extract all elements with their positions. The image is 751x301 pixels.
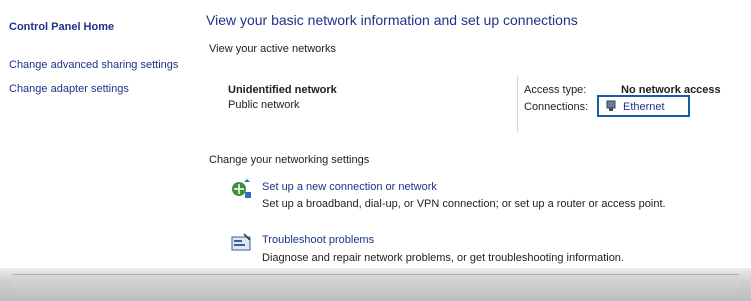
control-panel-home-link[interactable]: Control Panel Home (9, 20, 114, 34)
troubleshoot-problems-description: Diagnose and repair network problems, or… (262, 252, 624, 264)
advanced-sharing-settings-link[interactable]: Change advanced sharing settings (9, 58, 178, 72)
network-type: Public network (228, 99, 300, 111)
network-name: Unidentified network (228, 84, 337, 96)
troubleshoot-icon (230, 232, 252, 254)
page-title: View your basic network information and … (206, 12, 578, 28)
access-type-label: Access type: (524, 84, 587, 96)
adapter-settings-link[interactable]: Change adapter settings (9, 82, 169, 96)
active-networks-label: View your active networks (209, 43, 336, 55)
sidebar: Control Panel Home Change advanced shari… (0, 0, 190, 268)
ethernet-icon (605, 100, 617, 112)
network-divider (517, 76, 518, 132)
main-panel (206, 0, 751, 268)
change-networking-settings-label: Change your networking settings (209, 154, 370, 166)
setup-new-connection-link[interactable]: Set up a new connection or network (262, 181, 437, 193)
window-bottom-edge (0, 268, 751, 301)
connections-label: Connections: (524, 101, 589, 113)
troubleshoot-problems-link[interactable]: Troubleshoot problems (262, 234, 374, 246)
setup-new-connection-description: Set up a broadband, dial-up, or VPN conn… (262, 198, 666, 210)
connection-ethernet-link[interactable]: Ethernet (623, 101, 665, 113)
new-connection-icon (230, 178, 252, 200)
window-bottom-frame (12, 274, 739, 295)
